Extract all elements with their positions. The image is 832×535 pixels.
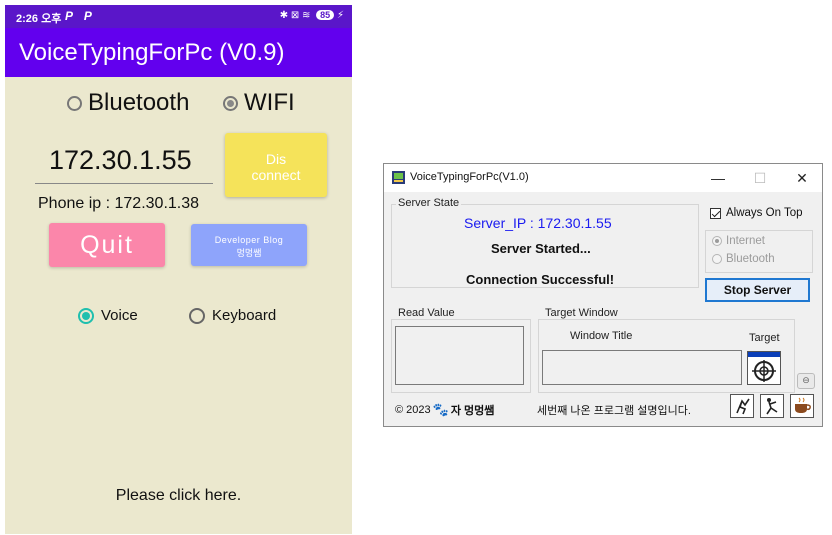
server-status: Server Started... (491, 241, 591, 256)
connection-status: Connection Successful! (466, 272, 615, 287)
maximize-button[interactable]: ☐ (745, 168, 775, 188)
radio-voice[interactable]: Voice (78, 307, 138, 324)
disconnect-button[interactable]: Dis connect (225, 133, 327, 197)
radio-internet-label: Internet (726, 235, 765, 247)
title-bar: VoiceTypingForPc(V1.0) — ☐ ✕ (384, 164, 822, 192)
coffee-cup-icon[interactable] (790, 394, 814, 418)
phone-ip-label: Phone ip : 172.30.1.38 (38, 195, 200, 212)
read-value-label: Read Value (396, 307, 457, 319)
jump-figure-icon[interactable] (760, 394, 784, 418)
radio-circle-icon (189, 307, 205, 324)
close-button[interactable]: ✕ (787, 168, 817, 188)
bluetooth-wifi-icons: ✱ ⊠ ≋ (279, 10, 311, 21)
disconnect-line1: Dis (265, 151, 287, 167)
status-icons: ✱ ⊠ ≋ 85 ⚡ (280, 10, 344, 21)
program-description: 세번째 나온 프로그램 설명입니다. (537, 405, 691, 417)
notification-icons: P P (65, 9, 96, 23)
radio-wifi-label: WIFI (244, 89, 295, 116)
stop-server-button[interactable]: Stop Server (705, 278, 810, 302)
brand-prefix: 자 (450, 405, 461, 417)
quit-button[interactable]: Quit (49, 223, 165, 267)
radio-selected-icon (223, 95, 238, 111)
developer-blog-line2: 멍멍쌤 (236, 248, 262, 258)
paw-icon: 🐾 (432, 402, 449, 417)
always-on-top-checkbox[interactable]: Always On Top (710, 207, 803, 219)
radio-selected-icon (712, 236, 722, 246)
radio-internet[interactable]: Internet (712, 235, 765, 247)
minimize-button[interactable]: — (703, 168, 733, 188)
radio-keyboard[interactable]: Keyboard (189, 307, 276, 324)
window-title: VoiceTypingForPc(V1.0) (410, 171, 529, 183)
phone-screen: 2:26 오후 P P ✱ ⊠ ≋ 85 ⚡ VoiceTypingForPc … (5, 5, 352, 534)
status-time: 2:26 오후 (16, 13, 62, 25)
developer-blog-line1: Developer Blog (214, 235, 284, 245)
writer-figure-icon[interactable] (730, 394, 754, 418)
checkbox-checked-icon (710, 207, 721, 219)
footer-copyright: © 2023 🐾 자 멍멍쌤 (395, 402, 494, 418)
battery-icon: 85 (316, 10, 335, 20)
copyright-text: © 2023 (395, 404, 431, 416)
server-ip: Server_IP : 172.30.1.55 (464, 215, 612, 231)
app-icon (392, 171, 405, 184)
radio-bluetooth[interactable]: Bluetooth (67, 89, 189, 117)
small-reset-button[interactable]: ⊖ (797, 373, 815, 389)
target-crosshair-icon[interactable] (747, 351, 781, 385)
always-on-top-label: Always On Top (726, 207, 803, 219)
coffee-cup-svg (795, 397, 811, 413)
radio-bluetooth-pc[interactable]: Bluetooth (712, 253, 775, 265)
window-title-box[interactable] (542, 350, 742, 385)
app-title: VoiceTypingForPc (V0.9) (19, 39, 285, 66)
window-title-label: Window Title (570, 330, 633, 342)
brand-name: 멍멍쌤 (463, 405, 495, 417)
charging-icon: ⚡ (336, 10, 344, 21)
server-state-label: Server State (396, 197, 462, 209)
ip-value: 172.30.1.55 (49, 145, 192, 175)
disconnect-line2: connect (251, 167, 301, 183)
jump-figure-svg (766, 398, 778, 415)
radio-bluetooth-label: Bluetooth (88, 89, 190, 116)
app-bar: VoiceTypingForPc (V0.9) (5, 28, 352, 77)
developer-blog-button[interactable]: Developer Blog 멍멍쌤 (191, 224, 307, 266)
status-bar: 2:26 오후 P P ✱ ⊠ ≋ 85 ⚡ (5, 5, 352, 28)
radio-keyboard-label: Keyboard (212, 307, 277, 324)
desktop-window: VoiceTypingForPc(V1.0) — ☐ ✕ Server Stat… (383, 163, 823, 427)
radio-circle-icon (67, 95, 82, 111)
crosshair-icon (752, 360, 776, 382)
radio-circle-icon (712, 254, 722, 264)
read-value-box[interactable] (395, 326, 524, 385)
radio-wifi[interactable]: WIFI (223, 89, 295, 117)
writer-figure-svg (736, 398, 750, 415)
ip-input[interactable]: 172.30.1.55 (35, 135, 213, 184)
radio-bluetooth-pc-label: Bluetooth (726, 253, 775, 265)
radio-selected-icon (78, 307, 94, 324)
target-window-label: Target Window (543, 307, 620, 319)
radio-voice-label: Voice (101, 307, 138, 324)
target-label: Target (749, 332, 780, 344)
click-hint[interactable]: Please click here. (5, 487, 352, 505)
